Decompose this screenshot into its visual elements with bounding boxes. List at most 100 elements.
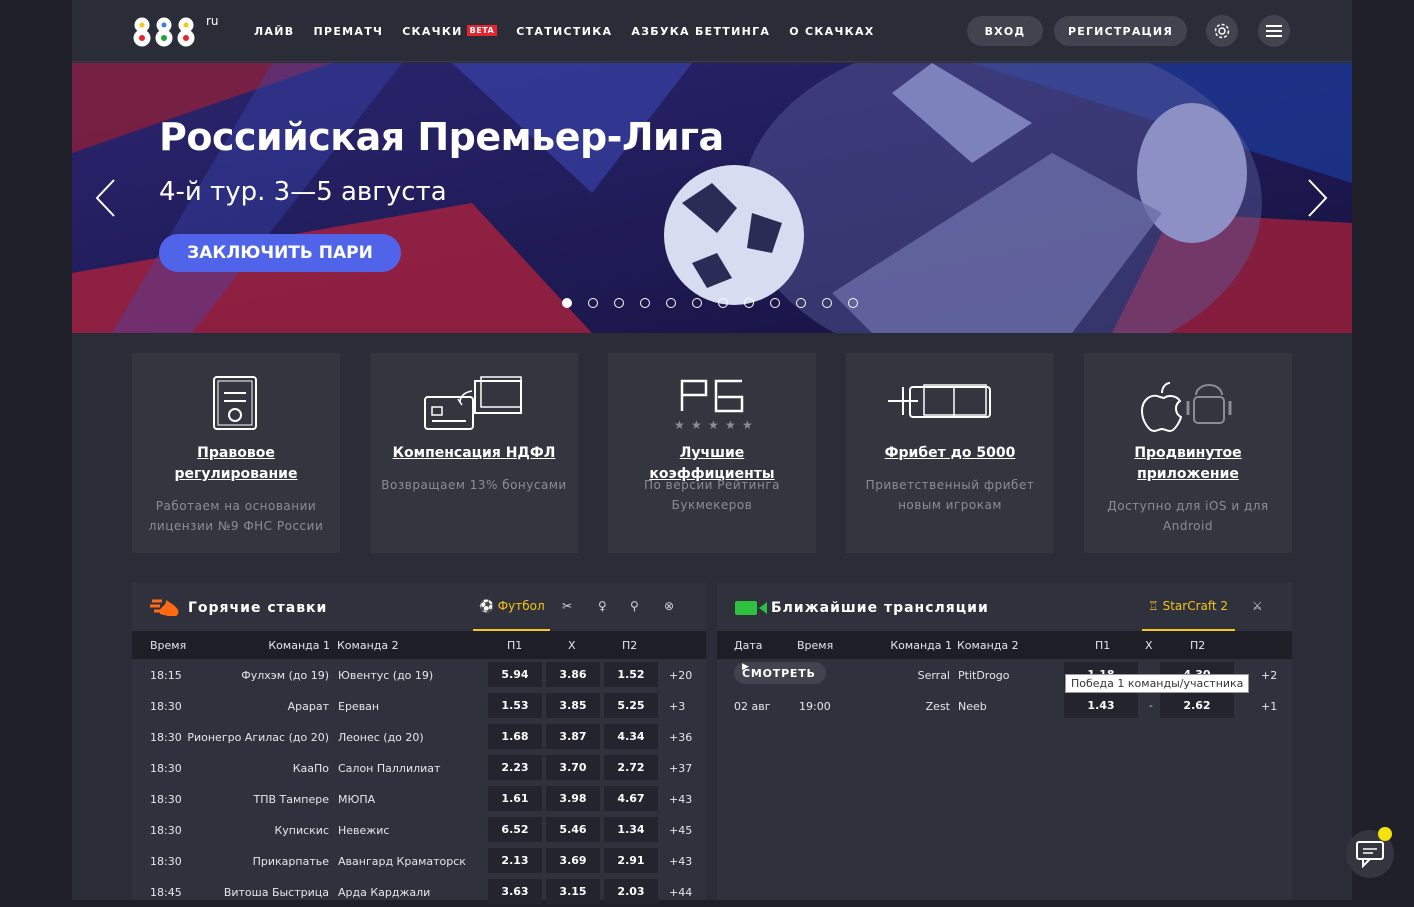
odds-p1[interactable]: 2.13	[488, 848, 542, 873]
tab-football[interactable]: ⚽ Футбол	[479, 599, 545, 613]
slider-dot[interactable]	[822, 298, 832, 308]
row-team2: Ереван	[338, 700, 380, 713]
odds-p1[interactable]: 6.52	[488, 817, 542, 842]
feature-legal[interactable]: Правовое регулирование Работаем на основ…	[132, 353, 340, 553]
watch-button[interactable]: ▶ СМОТРЕТЬ	[734, 662, 826, 684]
odds-p2[interactable]: 2.91	[604, 848, 658, 873]
odds-p1[interactable]: 2.23	[488, 755, 542, 780]
more-markets[interactable]: +43	[669, 793, 692, 806]
slider-dot[interactable]	[770, 298, 780, 308]
table-row[interactable]: 18:30 Рионегро Агилас (до 20) Леонес (до 2…	[132, 721, 706, 752]
odds-p2[interactable]: 2.62	[1160, 693, 1234, 718]
odds-p2[interactable]: 2.72	[604, 755, 658, 780]
place-bet-button[interactable]: ЗАКЛЮЧИТЬ ПАРИ	[159, 234, 401, 272]
slider-dot[interactable]	[848, 298, 858, 308]
col-time: Время	[797, 639, 834, 652]
odds-x[interactable]: 3.98	[546, 786, 600, 811]
odds-x[interactable]: -	[1142, 693, 1160, 718]
chat-icon	[1356, 841, 1384, 868]
odds-p1[interactable]: 1.43	[1064, 693, 1138, 718]
nav-prematch[interactable]: ПРЕМАТЧ	[313, 25, 383, 38]
row-team1: Купискис	[274, 824, 329, 837]
more-markets[interactable]: +3	[669, 700, 685, 713]
nav-live[interactable]: ЛАЙВ	[254, 25, 294, 38]
row-time: 19:00	[799, 700, 831, 713]
odds-x[interactable]: 3.87	[546, 724, 600, 749]
slider-dot[interactable]	[666, 298, 676, 308]
more-markets[interactable]: +1	[1261, 700, 1277, 713]
odds-p2[interactable]: 1.34	[604, 817, 658, 842]
slider-dot[interactable]	[588, 298, 598, 308]
odds-p2[interactable]: 2.03	[604, 879, 658, 904]
login-button[interactable]: ВХОД	[967, 16, 1043, 46]
odds-p2[interactable]: 1.52	[604, 662, 658, 687]
table-row[interactable]: 18:30 Купискис Невежис 6.52 5.46 1.34 +45	[132, 814, 706, 845]
odds-x[interactable]: 3.70	[546, 755, 600, 780]
settings-button[interactable]	[1206, 15, 1238, 47]
basketball-icon[interactable]: ⚲	[630, 599, 639, 613]
chat-notification-dot	[1378, 827, 1392, 841]
row-team1: Прикарпатье	[252, 855, 329, 868]
broadcast-row[interactable]: 02 авг 19:00 Zest Neeb 1.43-2.62 +1	[717, 690, 1292, 721]
nav-about-races[interactable]: О СКАЧКАХ	[789, 25, 874, 38]
feature-freebet[interactable]: Фрибет до 5000 Приветственный фрибет нов…	[846, 353, 1054, 553]
row-team2: PtitDrogo	[958, 669, 1010, 682]
odds-p1[interactable]: 1.53	[488, 693, 542, 718]
odds-p1[interactable]: 1.68	[488, 724, 542, 749]
chevron-left-icon[interactable]	[94, 178, 118, 218]
tennis-icon[interactable]: ✂	[562, 599, 572, 613]
table-row[interactable]: 18:45 Витоша Быстрица Арда Карджали 3.63 3.1…	[132, 876, 706, 907]
nav-betting-abc[interactable]: АЗБУКА БЕТТИНГА	[631, 25, 770, 38]
more-markets[interactable]: +45	[669, 824, 692, 837]
table-row[interactable]: 18:30 ТПВ Тампере МЮПА 1.61 3.98 4.67 +43	[132, 783, 706, 814]
slider-dot[interactable]	[718, 298, 728, 308]
odds-p1[interactable]: 3.63	[488, 879, 542, 904]
esports-icon[interactable]: ⚔	[1252, 599, 1263, 613]
tab-starcraft[interactable]: ♖ StarCraft 2	[1148, 599, 1228, 613]
feature-odds[interactable]: ★ ★ ★ ★ ★ Лучшие коэффициенты По версии Рейт…	[608, 353, 816, 553]
odds-p2[interactable]: 4.34	[604, 724, 658, 749]
slider-dot[interactable]	[614, 298, 624, 308]
odds-x[interactable]: 3.15	[546, 879, 600, 904]
apple-android-icon	[1140, 382, 1232, 433]
chevron-right-icon[interactable]	[1305, 178, 1329, 218]
odds-p2[interactable]: 4.67	[604, 786, 658, 811]
odds-x[interactable]: 5.46	[546, 817, 600, 842]
logo[interactable]: ru	[132, 12, 232, 48]
odds-p2[interactable]: 5.25	[604, 693, 658, 718]
odds-p1[interactable]: 1.61	[488, 786, 542, 811]
table-row[interactable]: 18:15 Фулхэм (до 19) Ювентус (до 19) 5.94 3.…	[132, 659, 706, 690]
slider-dot[interactable]	[692, 298, 702, 308]
more-markets[interactable]: +43	[669, 855, 692, 868]
hot-bets-header: Горячие ставки ⚽ Футбол ✂ ♀ ⚲ ⊗	[132, 583, 706, 631]
more-markets[interactable]: +37	[669, 762, 692, 775]
more-markets[interactable]: +2	[1261, 669, 1277, 682]
feature-ndfl[interactable]: Компенсация НДФЛ Возвращаем 13% бонусами	[370, 353, 578, 553]
odds-p1[interactable]: 5.94	[488, 662, 542, 687]
row-date: 02 авг	[734, 700, 771, 713]
slider-dot[interactable]	[744, 298, 754, 308]
odds-x[interactable]: 3.85	[546, 693, 600, 718]
nav-statistics[interactable]: СТАТИСТИКА	[516, 25, 612, 38]
register-button[interactable]: РЕГИСТРАЦИЯ	[1054, 16, 1187, 46]
feature-app[interactable]: Продвинутое приложение Доступно для iOS …	[1084, 353, 1292, 553]
slider-dot[interactable]	[796, 298, 806, 308]
slider-dot[interactable]	[640, 298, 650, 308]
table-row[interactable]: 18:30 КааПо Салон Паллилиат 2.23 3.70 2.72 +37	[132, 752, 706, 783]
svg-text:★: ★	[742, 418, 753, 432]
table-row[interactable]: 18:30 Прикарпатье Авангард Краматорск 2.13 3…	[132, 845, 706, 876]
hockey-icon[interactable]: ♀	[598, 599, 607, 613]
odds-x[interactable]: 3.86	[546, 662, 600, 687]
more-markets[interactable]: +20	[669, 669, 692, 682]
nav-races[interactable]: СКАЧКИ BETA	[402, 24, 498, 38]
slider-dot[interactable]	[562, 298, 572, 308]
svg-text:★: ★	[674, 418, 685, 432]
table-row[interactable]: 18:30 Арарат Ереван 1.53 3.85 5.25 +3	[132, 690, 706, 721]
more-markets[interactable]: +44	[669, 886, 692, 899]
row-time: 18:30	[150, 731, 182, 744]
odds-x[interactable]: 3.69	[546, 848, 600, 873]
more-markets[interactable]: +36	[669, 731, 692, 744]
volleyball-icon[interactable]: ⊗	[664, 599, 674, 613]
svg-text:★: ★	[708, 418, 719, 432]
menu-button[interactable]	[1258, 15, 1290, 47]
